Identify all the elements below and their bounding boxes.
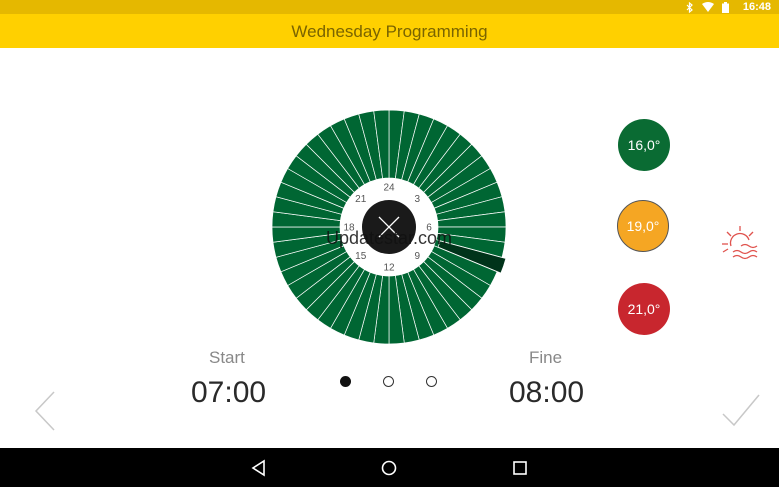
recents-icon[interactable] (510, 458, 530, 478)
watermark-text: Updatestar.com (326, 228, 452, 248)
temperature-label-low: 16,0° (627, 137, 661, 153)
status-icons: 16:48 (686, 0, 771, 14)
temperature-button-low[interactable]: 16,0° (618, 119, 670, 171)
temperature-label-high: 21,0° (627, 301, 661, 317)
page-title: Wednesday Programming (291, 22, 488, 41)
dial-hour-label: 21 (355, 194, 367, 205)
temperature-button-high[interactable]: 21,0° (618, 283, 670, 335)
dial-hour-label: 15 (355, 251, 367, 262)
dial-hour-label: 3 (415, 194, 421, 205)
sun-heat-icon[interactable] (719, 222, 761, 264)
status-time: 16:48 (742, 1, 771, 13)
temperature-label-medium: 19,0° (626, 218, 660, 234)
end-label: Fine (529, 348, 563, 367)
page-indicator-1[interactable] (340, 376, 351, 387)
day-schedule-dial[interactable]: 2436912151821Updatestar.com (271, 109, 507, 345)
status-bar: 16:48 (0, 0, 779, 14)
dial-hour-label: 24 (383, 183, 395, 194)
back-icon[interactable] (249, 458, 269, 478)
wifi-icon (701, 2, 714, 12)
confirm-check-icon[interactable] (720, 392, 762, 428)
home-icon[interactable] (379, 458, 399, 478)
page-indicator-3[interactable] (426, 376, 437, 387)
dial-hour-label: 12 (383, 263, 395, 274)
start-label: Start (209, 348, 245, 367)
title-bar: Wednesday Programming (0, 14, 779, 48)
bluetooth-icon (686, 1, 693, 13)
start-time-value[interactable]: 07:00 (191, 376, 266, 410)
previous-day-icon[interactable] (30, 390, 58, 432)
dial-hour-label: 9 (415, 251, 421, 262)
temperature-button-medium[interactable]: 19,0° (617, 200, 669, 252)
page-indicator-2[interactable] (383, 376, 394, 387)
end-time-value[interactable]: 08:00 (509, 376, 584, 410)
system-navigation-bar (0, 448, 779, 487)
battery-icon (721, 1, 729, 13)
